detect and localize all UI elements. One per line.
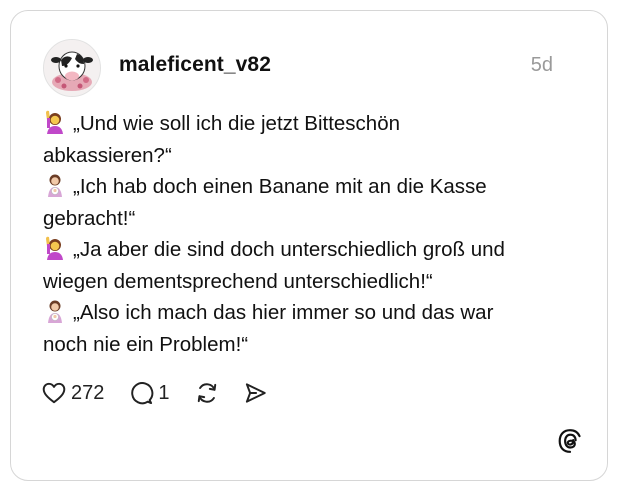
post-text-line: „Also ich mach das hier immer so und das… [43, 297, 583, 329]
woman-feeding-baby-icon [48, 300, 62, 323]
post-text-line-text: „Ich hab doch einen Banane mit an die Ka… [73, 175, 487, 198]
post-text-line-text: „Und wie soll ich die jetzt Bitteschön [73, 112, 401, 135]
post-text-line: „Ja aber die sind doch unterschiedlich g… [43, 234, 583, 266]
threads-logo-icon [558, 429, 581, 453]
post-text-line-text: abkassieren?“ [43, 143, 172, 167]
post-text-line: abkassieren?“ [43, 140, 583, 172]
post-actions: 272 1 [41, 378, 268, 408]
post-text-line-text: wiegen dementsprechend unterschiedlich!“ [43, 269, 433, 293]
avatar[interactable] [43, 39, 101, 97]
username[interactable]: maleficent_v82 [119, 53, 271, 77]
post-text-line: wiegen dementsprechend unterschiedlich!“ [43, 266, 583, 298]
post-card: maleficent_v82 5d „Und wie soll ich die … [10, 10, 608, 481]
heart-icon [42, 382, 66, 404]
avatar-image [44, 40, 100, 96]
like-button[interactable]: 272 [41, 380, 104, 406]
reply-count: 1 [158, 381, 170, 404]
comment-bubble-icon [131, 382, 154, 405]
post-text-line: „Ich hab doch einen Banane mit an die Ka… [43, 171, 583, 203]
send-icon [245, 383, 266, 403]
like-count: 272 [71, 381, 105, 404]
post-text-line: noch nie ein Problem!“ [43, 329, 583, 361]
post-text-line-text: noch nie ein Problem!“ [43, 332, 249, 356]
post-text: „Und wie soll ich die jetzt Bitteschön a… [43, 108, 583, 360]
share-button[interactable] [242, 380, 268, 406]
woman-raising-hand-icon [46, 236, 63, 260]
repost-icon [197, 383, 216, 403]
woman-feeding-baby-icon [48, 174, 62, 197]
post-text-line-text: „Also ich mach das hier immer so und das… [73, 301, 494, 324]
woman-raising-hand-icon [46, 110, 63, 134]
post-text-line: „Und wie soll ich die jetzt Bitteschön [43, 108, 583, 140]
post-text-line-text: „Ja aber die sind doch unterschiedlich g… [73, 238, 505, 261]
post-timestamp: 5d [530, 54, 553, 76]
reply-button[interactable]: 1 [128, 380, 170, 406]
repost-button[interactable] [194, 380, 220, 406]
post-text-line-text: gebracht!“ [43, 206, 136, 230]
post-text-line: gebracht!“ [43, 203, 583, 235]
